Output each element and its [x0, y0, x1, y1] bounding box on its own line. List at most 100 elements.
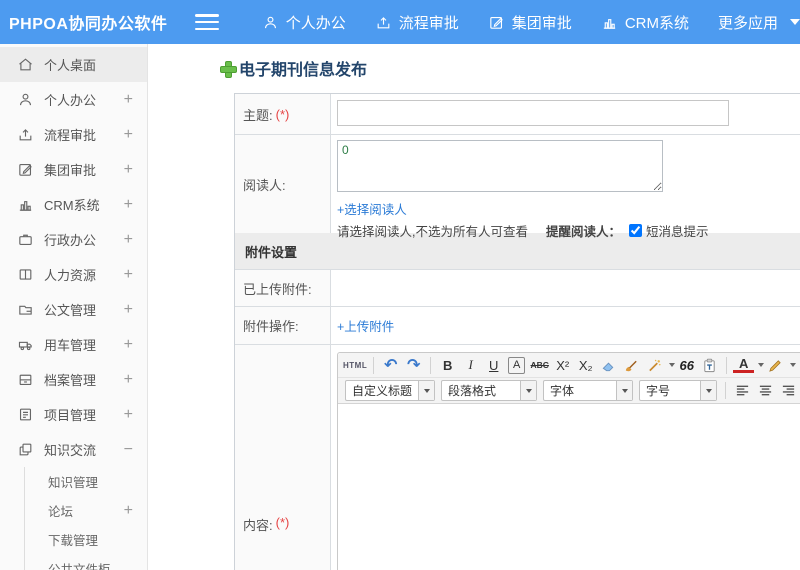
bar-chart-icon: [601, 14, 618, 31]
expand-toggle-icon[interactable]: +: [124, 91, 133, 109]
top-nav-item[interactable]: 个人办公: [262, 12, 346, 33]
wand-dropdown-caret[interactable]: [669, 363, 676, 367]
sidebar-item[interactable]: 行政办公 +: [0, 222, 147, 257]
readers-row: 阅读人: +选择阅读人 请选择阅读人,不选为所有人可查看 提醒阅读人： 短消息提…: [235, 134, 800, 239]
archive-icon: [17, 371, 34, 388]
uploaded-attachments-row: 已上传附件:: [235, 269, 800, 306]
sidebar-item[interactable]: 论坛 +: [0, 496, 147, 525]
font-color-button[interactable]: A: [733, 357, 755, 373]
sidebar: 个人桌面 个人办公 + 流程审批 + 集团审批 + CRM系统 + 行政办公 +…: [0, 44, 148, 570]
expand-toggle-icon[interactable]: +: [124, 336, 133, 354]
sidebar-item[interactable]: 流程审批 +: [0, 117, 147, 152]
expand-toggle-icon[interactable]: +: [124, 406, 133, 424]
expand-toggle-icon[interactable]: +: [124, 371, 133, 389]
top-header: PHPOA协同办公软件 个人办公 流程审批 集团审批 CRM系统 更多应用: [0, 0, 800, 44]
magic-wand-icon[interactable]: [644, 355, 665, 376]
font-size-select[interactable]: 字号: [639, 380, 718, 401]
expand-toggle-icon[interactable]: −: [124, 441, 133, 459]
font-style-button[interactable]: A: [508, 356, 526, 374]
sidebar-item[interactable]: CRM系统 +: [0, 187, 147, 222]
font-color-caret[interactable]: [758, 363, 765, 367]
top-nav-item[interactable]: CRM系统: [601, 12, 689, 33]
bold-button[interactable]: B: [437, 355, 458, 376]
editor-content-area[interactable]: [338, 404, 800, 570]
remove-format-eraser-icon[interactable]: [598, 355, 619, 376]
top-nav-item[interactable]: 更多应用: [718, 12, 778, 33]
hamburger-menu-icon[interactable]: [194, 14, 219, 30]
book-icon: [17, 266, 34, 283]
home-icon: [17, 56, 34, 73]
green-plus-icon: [220, 60, 237, 78]
remind-readers-label: 提醒阅读人：: [545, 225, 621, 239]
sidebar-item[interactable]: 个人桌面: [0, 47, 147, 82]
blockquote-button[interactable]: 66: [676, 355, 697, 376]
sidebar-item[interactable]: 公共文件柜: [0, 554, 147, 570]
page-title: 电子期刊信息发布: [220, 56, 367, 80]
sidebar-item[interactable]: 知识交流 −: [0, 432, 147, 467]
attach-action-label: 附件操作:: [243, 319, 299, 334]
italic-button[interactable]: I: [460, 355, 481, 376]
sms-notify-checkbox[interactable]: [629, 224, 642, 237]
editor-toolbar-row1: HTML ↶ ↷ B I U A ABC X² X₂ 66 A: [338, 353, 800, 378]
align-left-icon[interactable]: [732, 380, 753, 401]
align-center-icon[interactable]: [755, 380, 776, 401]
paste-as-text-icon[interactable]: [699, 355, 720, 376]
required-mark: (*): [275, 106, 290, 122]
readers-textarea[interactable]: [337, 140, 663, 192]
top-nav-item[interactable]: 集团审批: [488, 12, 572, 33]
top-nav: 个人办公 流程审批 集团审批 CRM系统 更多应用: [233, 12, 778, 33]
readers-label: 阅读人:: [243, 177, 286, 193]
expand-toggle-icon[interactable]: +: [124, 231, 133, 249]
heading-select[interactable]: 自定义标题: [345, 380, 436, 401]
align-right-icon[interactable]: [778, 380, 799, 401]
attachment-action-row: 附件操作: +上传附件: [235, 306, 800, 344]
sidebar-item[interactable]: 档案管理 +: [0, 362, 147, 397]
uploaded-label: 已上传附件:: [243, 281, 312, 297]
expand-toggle-icon[interactable]: +: [124, 126, 133, 144]
format-brush-icon[interactable]: [621, 355, 642, 376]
sidebar-item[interactable]: 下载管理: [0, 525, 147, 554]
expand-toggle-icon[interactable]: +: [124, 196, 133, 214]
choose-readers-link[interactable]: +选择阅读人: [337, 199, 407, 218]
sidebar-item[interactable]: 集团审批 +: [0, 152, 147, 187]
expand-toggle-icon[interactable]: +: [124, 161, 133, 179]
sidebar-item[interactable]: 个人办公 +: [0, 82, 147, 117]
content-row: 内容: (*) HTML ↶ ↷ B I U A ABC X² X₂ 66 A …: [235, 344, 800, 570]
sidebar-item[interactable]: 公文管理 +: [0, 292, 147, 327]
strikethrough-button[interactable]: ABC: [529, 355, 550, 376]
expand-toggle-icon[interactable]: +: [124, 266, 133, 284]
user-icon: [17, 91, 34, 108]
sidebar-item[interactable]: 人力资源 +: [0, 257, 147, 292]
uploaded-attachments-area: [331, 270, 800, 306]
underline-button[interactable]: U: [483, 355, 504, 376]
sidebar-item[interactable]: 知识管理: [0, 467, 147, 496]
knowledge-icon: [17, 441, 34, 458]
rich-text-editor: HTML ↶ ↷ B I U A ABC X² X₂ 66 A 自定义标题 段落…: [337, 352, 800, 570]
sms-notify-label: 短消息提示: [646, 225, 709, 239]
font-family-select[interactable]: 字体: [543, 380, 634, 401]
highlight-pen-icon[interactable]: [765, 355, 786, 376]
highlight-caret[interactable]: [790, 363, 797, 367]
paragraph-format-select[interactable]: 段落格式: [441, 380, 538, 401]
superscript-button[interactable]: X²: [552, 355, 573, 376]
edit-approval-icon: [488, 14, 505, 31]
main-content: 电子期刊信息发布 主题: (*) 阅读人: +选择阅读人 请选择阅读人,不选为所…: [148, 44, 800, 570]
top-nav-item[interactable]: 流程审批: [375, 12, 459, 33]
chevron-down-icon[interactable]: [790, 19, 800, 25]
html-source-button[interactable]: HTML: [343, 355, 367, 376]
subject-row: 主题: (*): [235, 94, 800, 134]
upload-attachment-link[interactable]: +上传附件: [337, 316, 394, 335]
sidebar-item[interactable]: 用车管理 +: [0, 327, 147, 362]
undo-button[interactable]: ↶: [380, 355, 401, 376]
expand-toggle-icon[interactable]: +: [124, 301, 133, 319]
subject-input[interactable]: [337, 100, 729, 126]
subscript-button[interactable]: X₂: [575, 355, 596, 376]
required-mark: (*): [275, 515, 290, 530]
expand-toggle-icon[interactable]: +: [124, 502, 133, 520]
subject-label: 主题:: [243, 107, 273, 123]
editor-toolbar-row2: 自定义标题 段落格式 字体 字号: [338, 378, 800, 404]
redo-button[interactable]: ↷: [403, 355, 424, 376]
project-icon: [17, 406, 34, 423]
workflow-icon: [17, 126, 34, 143]
sidebar-item[interactable]: 项目管理 +: [0, 397, 147, 432]
